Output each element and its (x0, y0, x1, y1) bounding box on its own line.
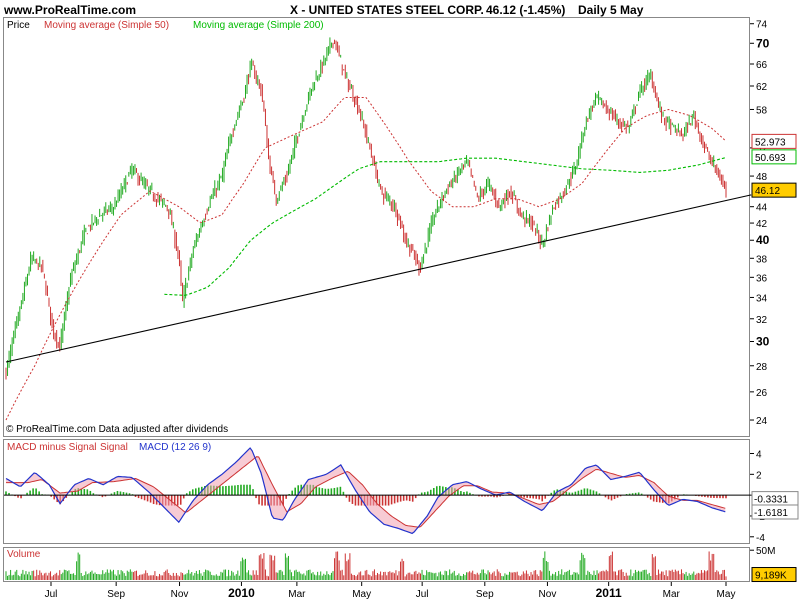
footnote: © ProRealTime.com Data adjusted after di… (6, 424, 228, 435)
price-value-text: 52.973 (755, 137, 786, 148)
price-value-text: 50.693 (755, 153, 786, 164)
time-tick-label: Jul (416, 589, 429, 600)
price-value-labels: 52.973 50.693 46.12 (751, 133, 797, 198)
volume-title: Volume (7, 549, 41, 560)
time-tick-label: May (717, 589, 736, 600)
time-tick-label: May (352, 589, 371, 600)
price-tick-label: 24 (756, 416, 768, 427)
price-panel-frame (3, 17, 750, 437)
macd-legend-signal: Signal (100, 442, 128, 453)
macd-fill (6, 448, 726, 534)
volume-bars (5, 551, 727, 580)
price-candles (5, 37, 727, 380)
macd-value-text: -1.6181 (754, 508, 788, 519)
stock-chart[interactable]: 242628303234363840424448525862667074 52.… (0, 0, 800, 600)
time-tick-label: Mar (288, 589, 306, 600)
price-tick-label: 48 (756, 172, 768, 183)
price-panel-title: Price (7, 20, 30, 31)
legend-ma200: Moving average (Simple 200) (193, 20, 324, 31)
price-tick-label: 34 (756, 293, 768, 304)
price-tick-label: 38 (756, 254, 768, 265)
time-tick-label: Jul (45, 589, 58, 600)
price-tick-label: 44 (756, 203, 768, 214)
time-tick-label: Sep (476, 589, 494, 600)
legend-ma50: Moving average (Simple 50) (44, 20, 169, 31)
macd-value-text: -0.3331 (754, 495, 788, 506)
macd-tick-label: 4 (756, 449, 762, 460)
price-tick-label: 28 (756, 362, 768, 373)
time-tick-label: Mar (663, 589, 681, 600)
macd-tick-label: 2 (756, 470, 762, 481)
time-tick-label: Nov (171, 589, 189, 600)
time-tick-label: Nov (539, 589, 557, 600)
macd-value-labels: -0.3331 -1.6181 (751, 491, 799, 520)
macd-tick-label: -4 (756, 533, 765, 544)
volume-value-text: 9,189K (755, 571, 787, 582)
price-tick-label: 40 (756, 233, 770, 247)
time-tick-label: 2011 (596, 586, 622, 600)
price-axis: 242628303234363840424448525862667074 (750, 20, 770, 427)
time-tick-label: Sep (107, 589, 125, 600)
price-tick-label: 42 (756, 219, 768, 230)
macd-legend-macd: MACD (12 26 9) (139, 442, 211, 453)
price-tick-label: 62 (756, 82, 768, 93)
price-tick-label: 36 (756, 273, 768, 284)
price-tick-label: 74 (756, 20, 768, 31)
macd-panel-frame (3, 439, 750, 544)
macd-legend-hist: MACD minus Signal (7, 442, 96, 453)
price-tick-label: 32 (756, 315, 768, 326)
time-axis: Jul Sep Nov 2010 Mar May Jul Sep Nov 2011 Mar May (45, 582, 736, 600)
price-tick-label: 70 (756, 36, 770, 50)
time-tick-label: 2010 (228, 586, 255, 600)
price-tick-label: 58 (756, 105, 768, 116)
price-value-text: 46.12 (755, 186, 780, 197)
volume-axis: 50M 9,189K (750, 546, 797, 583)
price-tick-label: 26 (756, 388, 768, 399)
ma50-line (5, 97, 727, 421)
volume-tick-label: 50M (756, 546, 775, 557)
price-tick-label: 30 (756, 334, 770, 348)
price-tick-label: 66 (756, 60, 768, 71)
ma200-line (164, 156, 727, 296)
